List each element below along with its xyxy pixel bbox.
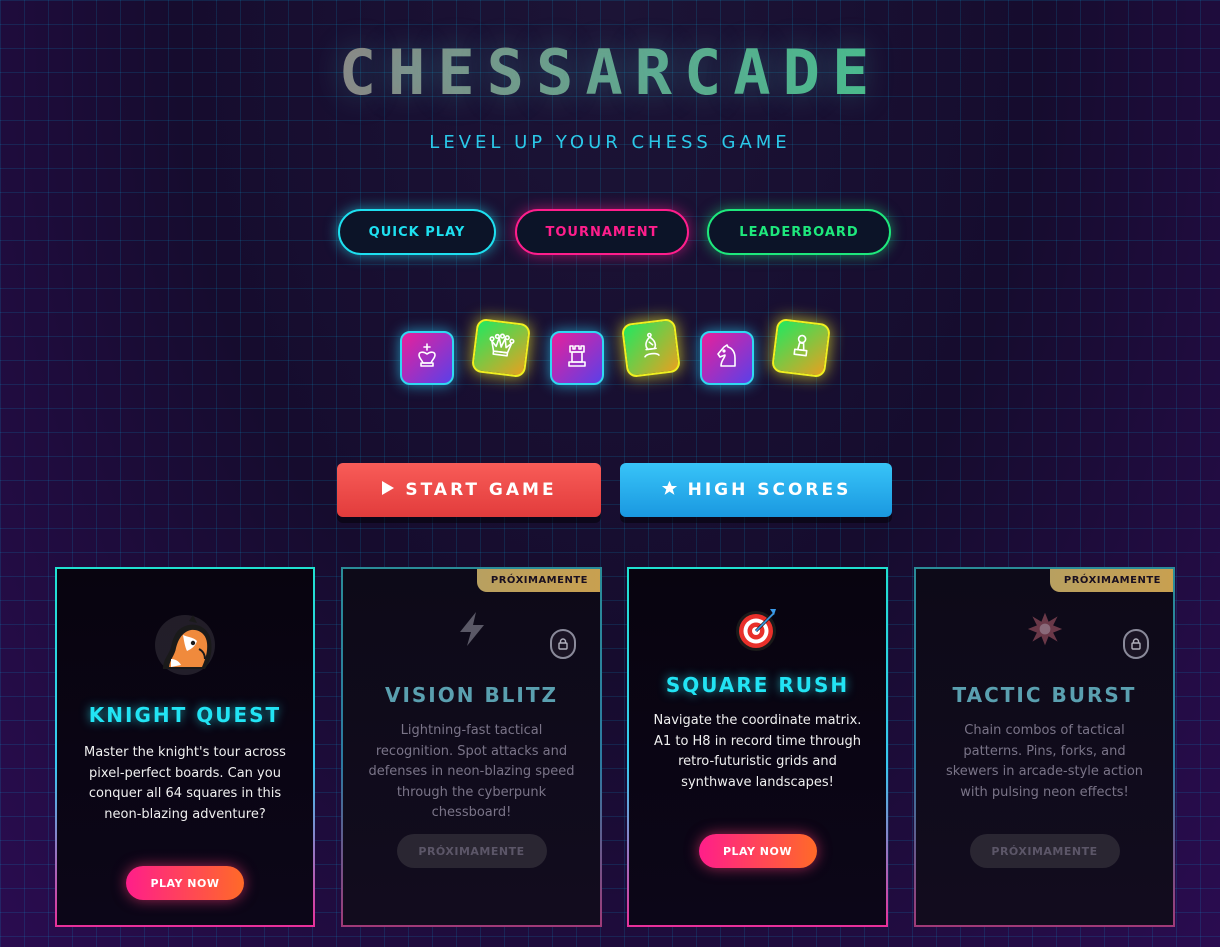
mode-card-tactic-burst: PRÓXIMAMENTE TACTIC BURST Chain combos o…: [914, 567, 1175, 927]
bishop-icon: [634, 329, 668, 366]
piece-showcase: [0, 317, 1220, 390]
nav-quick-play-button[interactable]: QUICK PLAY: [338, 209, 496, 255]
piece-tile-bishop[interactable]: [620, 317, 682, 379]
high-scores-label: HIGH SCORES: [687, 480, 852, 500]
lightning-icon: [452, 609, 492, 649]
coming-soon-button: PRÓXIMAMENTE: [969, 834, 1120, 868]
pawn-icon: [784, 329, 818, 366]
piece-tile-rook[interactable]: [550, 331, 604, 385]
piece-tile-queen[interactable]: [470, 317, 532, 379]
play-now-button[interactable]: PLAY NOW: [126, 866, 244, 900]
mode-description: Chain combos of tactical patterns. Pins,…: [945, 723, 1144, 800]
high-scores-button[interactable]: HIGH SCORES: [620, 463, 892, 517]
mode-title: KNIGHT QUEST: [88, 703, 282, 727]
lock-icon: [1123, 629, 1149, 659]
piece-tile-king[interactable]: [400, 331, 454, 385]
play-now-button[interactable]: PLAY NOW: [698, 834, 817, 868]
coming-soon-badge: PRÓXIMAMENTE: [476, 569, 600, 592]
mode-description: Master the knight's tour across pixel-pe…: [84, 745, 286, 822]
burst-icon: [1025, 609, 1065, 649]
mode-nav: QUICK PLAY TOURNAMENT LEADERBOARD: [0, 209, 1220, 255]
coming-soon-button: PRÓXIMAMENTE: [396, 834, 547, 868]
play-icon: [381, 480, 395, 500]
piece-tile-knight[interactable]: [700, 331, 754, 385]
start-game-label: START GAME: [405, 480, 557, 500]
mode-card-knight-quest: KNIGHT QUEST Master the knight's tour ac…: [55, 567, 315, 927]
mode-title: SQUARE RUSH: [665, 673, 850, 697]
start-game-button[interactable]: START GAME: [337, 463, 601, 517]
mode-title: VISION BLITZ: [384, 683, 559, 707]
queen-icon: [484, 329, 518, 366]
piece-tile-pawn[interactable]: [770, 317, 832, 379]
knight-icon: [712, 341, 742, 375]
king-icon: [412, 341, 442, 375]
lock-icon: [550, 629, 576, 659]
target-icon: [734, 605, 782, 653]
mode-description: Lightning-fast tactical recognition. Spo…: [368, 723, 575, 820]
mode-title: TACTIC BURST: [952, 683, 1137, 707]
mode-card-square-rush: SQUARE RUSH Navigate the coordinate matr…: [627, 567, 888, 927]
nav-tournament-button[interactable]: TOURNAMENT: [515, 209, 689, 255]
coming-soon-badge: PRÓXIMAMENTE: [1049, 569, 1173, 592]
mode-card-vision-blitz: PRÓXIMAMENTE VISION BLITZ Lightning-fast…: [341, 567, 602, 927]
star-icon: [661, 480, 678, 501]
nav-leaderboard-button[interactable]: LEADERBOARD: [707, 209, 891, 255]
horse-icon: [149, 609, 221, 681]
mode-description: Navigate the coordinate matrix. A1 to H8…: [653, 713, 862, 790]
page-subtitle: LEVEL UP YOUR CHESS GAME: [429, 132, 791, 153]
rook-icon: [562, 341, 592, 375]
page-title: CHESSARCADE: [0, 36, 1220, 109]
